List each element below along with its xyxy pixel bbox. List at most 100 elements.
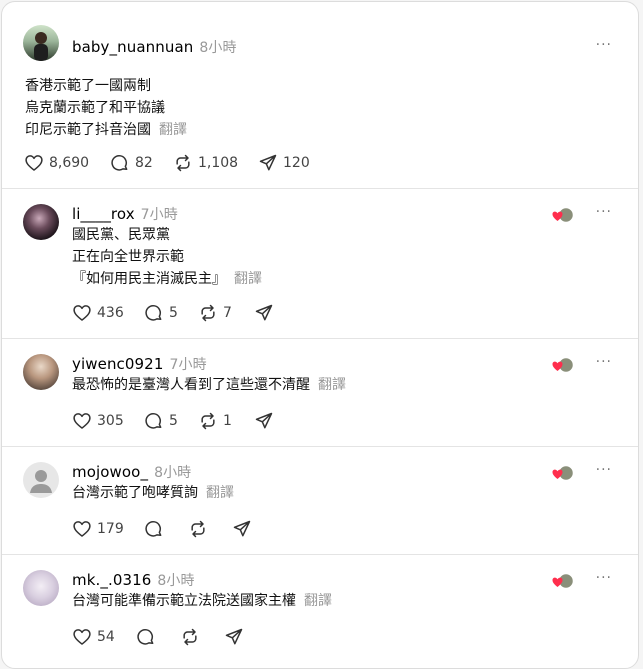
reply-bubble-icon	[145, 520, 162, 537]
repost-icon	[201, 304, 215, 322]
repost-button[interactable]	[188, 517, 208, 541]
like-count: 8,690	[49, 155, 90, 171]
divider	[2, 446, 638, 447]
more-options-icon[interactable]: ···	[596, 354, 612, 370]
post-time: 7小時	[140, 207, 178, 223]
post-line: 正在向全世界示範	[72, 249, 184, 265]
post-time: 8小時	[157, 573, 195, 589]
post-line: 台灣可能準備示範立法院送國家主權 翻譯	[72, 593, 332, 609]
reply-button[interactable]	[136, 625, 156, 649]
reply-button[interactable]: 82	[110, 151, 153, 175]
translate-link[interactable]: 翻譯	[318, 377, 346, 393]
liked-by-author-icon	[552, 572, 574, 590]
divider	[2, 188, 638, 189]
share-send-icon	[225, 628, 243, 645]
heart-icon	[73, 305, 91, 321]
share-button[interactable]: 120	[258, 151, 310, 175]
reply-count: 5	[169, 305, 178, 321]
repost-button[interactable]	[180, 625, 200, 649]
share-count: 120	[283, 155, 310, 171]
repost-button[interactable]: 1,108	[173, 151, 238, 175]
repost-count: 7	[223, 305, 232, 321]
post-body: 香港示範了一國兩制 烏克蘭示範了和平協議 印尼示範了抖音治國 翻譯	[25, 75, 187, 141]
username-text[interactable]: mojowoo_	[72, 463, 148, 481]
divider	[2, 554, 638, 555]
like-button[interactable]: 436	[72, 301, 124, 325]
share-button[interactable]	[224, 625, 244, 649]
heart-icon	[25, 155, 43, 171]
like-button[interactable]: 179	[72, 517, 124, 541]
repost-icon	[176, 154, 190, 172]
reply-button[interactable]: 5	[144, 409, 178, 433]
more-options-icon[interactable]: ···	[596, 204, 612, 220]
share-button[interactable]	[254, 301, 274, 325]
more-options-icon[interactable]: ···	[596, 37, 612, 53]
post-line: 印尼示範了抖音治國 翻譯	[25, 122, 187, 138]
username[interactable]: mojowoo_ 8小時	[72, 462, 191, 482]
heart-icon	[73, 521, 91, 537]
repost-icon	[183, 628, 197, 646]
avatar[interactable]	[23, 354, 59, 390]
translate-link[interactable]: 翻譯	[304, 593, 332, 609]
like-button[interactable]: 54	[72, 625, 115, 649]
like-count: 54	[97, 629, 115, 645]
post-line: 『如何用民主消滅民主』 翻譯	[72, 271, 262, 287]
reply-button[interactable]	[144, 517, 164, 541]
post-time: 7小時	[169, 357, 207, 373]
post-line: 烏克蘭示範了和平協議	[25, 100, 165, 116]
like-count: 179	[97, 521, 124, 537]
thread-card: baby_nuannuan 8小時 ··· 香港示範了一國兩制 烏克蘭示範了和平協…	[1, 1, 639, 669]
post-time: 8小時	[154, 465, 192, 481]
avatar[interactable]	[23, 462, 59, 498]
avatar[interactable]	[23, 204, 59, 240]
translate-link[interactable]: 翻譯	[206, 485, 234, 501]
username[interactable]: li____rox 7小時	[72, 204, 178, 224]
post-line: 香港示範了一國兩制	[25, 78, 151, 94]
more-options-icon[interactable]: ···	[596, 570, 612, 586]
share-button[interactable]	[254, 409, 274, 433]
reply-bubble-icon	[111, 154, 128, 171]
liked-by-author-icon	[552, 464, 574, 482]
post-time: 8小時	[199, 40, 237, 56]
username[interactable]: baby_nuannuan 8小時	[72, 37, 237, 57]
like-button[interactable]: 8,690	[24, 151, 89, 175]
post-body: 國民黨、民眾黨 正在向全世界示範 『如何用民主消滅民主』 翻譯	[72, 224, 262, 290]
reply-bubble-icon	[145, 412, 162, 429]
post-body: 台灣示範了咆哮質詢 翻譯	[72, 482, 234, 504]
share-button[interactable]	[232, 517, 252, 541]
repost-icon	[201, 412, 215, 430]
liked-by-author-icon	[552, 356, 574, 374]
avatar[interactable]	[23, 25, 59, 61]
avatar[interactable]	[23, 570, 59, 606]
post-line: 台灣示範了咆哮質詢 翻譯	[72, 485, 234, 501]
like-button[interactable]: 305	[72, 409, 124, 433]
translate-link[interactable]: 翻譯	[159, 122, 187, 138]
share-send-icon	[233, 520, 251, 537]
username[interactable]: yiwenc0921 7小時	[72, 354, 207, 374]
username-text[interactable]: li____rox	[72, 205, 135, 223]
divider	[2, 338, 638, 339]
reply-count: 5	[169, 413, 178, 429]
reply-button[interactable]: 5	[144, 301, 178, 325]
repost-count: 1,108	[198, 155, 239, 171]
heart-icon	[73, 629, 91, 645]
username-text[interactable]: yiwenc0921	[72, 355, 163, 373]
like-count: 436	[97, 305, 124, 321]
share-send-icon	[259, 154, 277, 171]
username[interactable]: mk._.0316 8小時	[72, 570, 195, 590]
like-count: 305	[97, 413, 124, 429]
repost-button[interactable]: 7	[198, 301, 232, 325]
translate-link[interactable]: 翻譯	[234, 271, 262, 287]
reply-bubble-icon	[145, 304, 162, 321]
more-options-icon[interactable]: ···	[596, 462, 612, 478]
repost-count: 1	[223, 413, 232, 429]
repost-button[interactable]: 1	[198, 409, 232, 433]
repost-icon	[191, 520, 205, 538]
username-text[interactable]: mk._.0316	[72, 571, 151, 589]
share-send-icon	[255, 412, 273, 429]
username-text[interactable]: baby_nuannuan	[72, 38, 193, 56]
heart-icon	[73, 413, 91, 429]
share-send-icon	[255, 304, 273, 321]
reply-count: 82	[135, 155, 153, 171]
liked-by-author-icon	[552, 206, 574, 224]
